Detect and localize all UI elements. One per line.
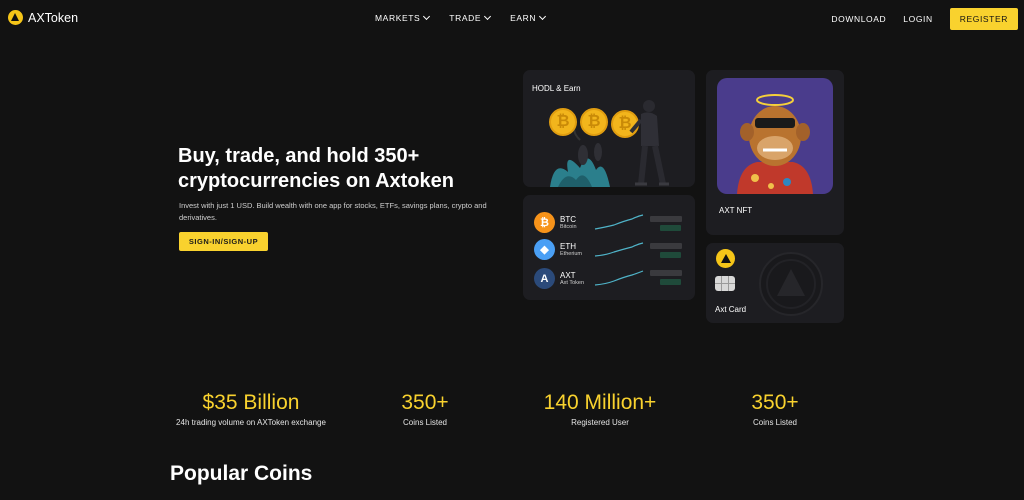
- nft-label: AXT NFT: [719, 206, 753, 215]
- person-illustration: [629, 100, 669, 186]
- btc-price-bar: [650, 216, 682, 222]
- ethereum-icon: ◆: [534, 239, 555, 260]
- bitcoin-coin-icon: ₿: [580, 108, 608, 136]
- plant-leaves-illustration: [550, 130, 610, 187]
- coin-name: Etherium: [560, 250, 583, 257]
- eth-price-bar: [650, 243, 682, 249]
- axtoken-logo-icon: [8, 10, 23, 25]
- axt-nft-card[interactable]: AXT NFT: [706, 70, 844, 235]
- axt-token-icon: A: [534, 268, 555, 289]
- stat-label: Coins Listed: [752, 418, 798, 427]
- menu-markets-label: MARKETS: [375, 13, 421, 23]
- stat-label: Coins Listed: [402, 418, 448, 427]
- menu-trade-label: TRADE: [449, 13, 482, 23]
- axt-watermark-icon: [759, 252, 823, 316]
- coin-row-btc[interactable]: ₿ BTC Bitcoin: [534, 212, 577, 233]
- menu-trade[interactable]: TRADE: [449, 12, 492, 23]
- menu-earn[interactable]: EARN: [510, 12, 547, 23]
- coin-symbol: AXT: [560, 270, 576, 280]
- stat-registered-users: 140 Million+ Registered User: [520, 391, 680, 427]
- chevron-down-icon: [539, 12, 547, 21]
- coin-name: Bitcoin: [560, 223, 577, 230]
- coin-symbol: ETH: [560, 241, 576, 251]
- chevron-down-icon: [484, 12, 492, 21]
- coin-name: Axt Token: [560, 279, 585, 286]
- bitcoin-coin-icon: ₿: [549, 108, 577, 136]
- eth-sparkline: [594, 242, 644, 257]
- axt-card-label: Axt Card: [715, 305, 747, 314]
- axt-change-bar: [660, 279, 681, 285]
- register-button[interactable]: REGISTER: [949, 8, 1018, 30]
- nft-image: [717, 78, 833, 194]
- brand-name: AXToken: [28, 10, 79, 25]
- btc-change-bar: [660, 225, 681, 231]
- stat-value: 140 Million+: [543, 391, 657, 414]
- stat-value: 350+: [401, 391, 449, 414]
- axt-sparkline: [594, 270, 644, 286]
- stat-label: 24h trading volume on AXToken exchange: [176, 418, 326, 427]
- axt-price-bar: [650, 270, 682, 276]
- hero-subtitle: Invest with just 1 USD. Build wealth wit…: [179, 201, 487, 222]
- stat-trading-volume: $35 Billion 24h trading volume on AXToke…: [151, 391, 351, 427]
- stat-coins-listed: 350+ Coins Listed: [365, 391, 485, 427]
- menu-earn-label: EARN: [510, 13, 537, 23]
- stat-coins-listed-2: 350+ Coins Listed: [715, 391, 835, 427]
- popular-coins-heading: Popular Coins: [170, 462, 313, 485]
- chip-icon: [715, 276, 735, 291]
- stat-value: 350+: [751, 391, 799, 414]
- ape-nft-illustration: [737, 94, 813, 194]
- coins-list-card: ₿ BTC Bitcoin ◆ ETH Etherium A AXT Axt T…: [523, 195, 695, 300]
- axt-logo-icon: [716, 249, 735, 268]
- login-link[interactable]: LOGIN: [903, 14, 932, 24]
- chevron-down-icon: [423, 12, 431, 21]
- coin-row-axt[interactable]: A AXT Axt Token: [534, 268, 584, 289]
- hodl-earn-card[interactable]: HODL & Earn ₿ ₿ ₿: [523, 70, 695, 187]
- axt-card-card[interactable]: Axt Card: [706, 243, 844, 323]
- btc-sparkline: [594, 214, 644, 230]
- download-link[interactable]: DOWNLOAD: [831, 14, 886, 24]
- main-menu: MARKETS TRADE EARN: [375, 12, 547, 23]
- hodl-earn-label: HODL & Earn: [532, 84, 581, 93]
- signin-signup-button[interactable]: SIGN-IN/SIGN-UP: [179, 232, 268, 251]
- hero-title-line-2: cryptocurrencies on Axtoken: [178, 170, 455, 192]
- menu-markets[interactable]: MARKETS: [375, 12, 431, 23]
- hero-title-line-1: Buy, trade, and hold 350+: [178, 145, 420, 167]
- coin-row-eth[interactable]: ◆ ETH Etherium: [534, 239, 582, 260]
- hero-title: Buy, trade, and hold 350+ cryptocurrenci…: [178, 144, 508, 194]
- bitcoin-icon: ₿: [534, 212, 555, 233]
- brand-logo[interactable]: AXToken: [8, 10, 78, 25]
- coin-symbol: BTC: [560, 214, 576, 224]
- stat-label: Registered User: [571, 418, 629, 427]
- eth-change-bar: [660, 252, 681, 258]
- stat-value: $35 Billion: [202, 391, 300, 414]
- top-navbar: AXToken MARKETS TRADE EARN DOWNLOAD LOGI…: [0, 0, 1024, 37]
- nav-actions: DOWNLOAD LOGIN REGISTER: [831, 8, 1018, 30]
